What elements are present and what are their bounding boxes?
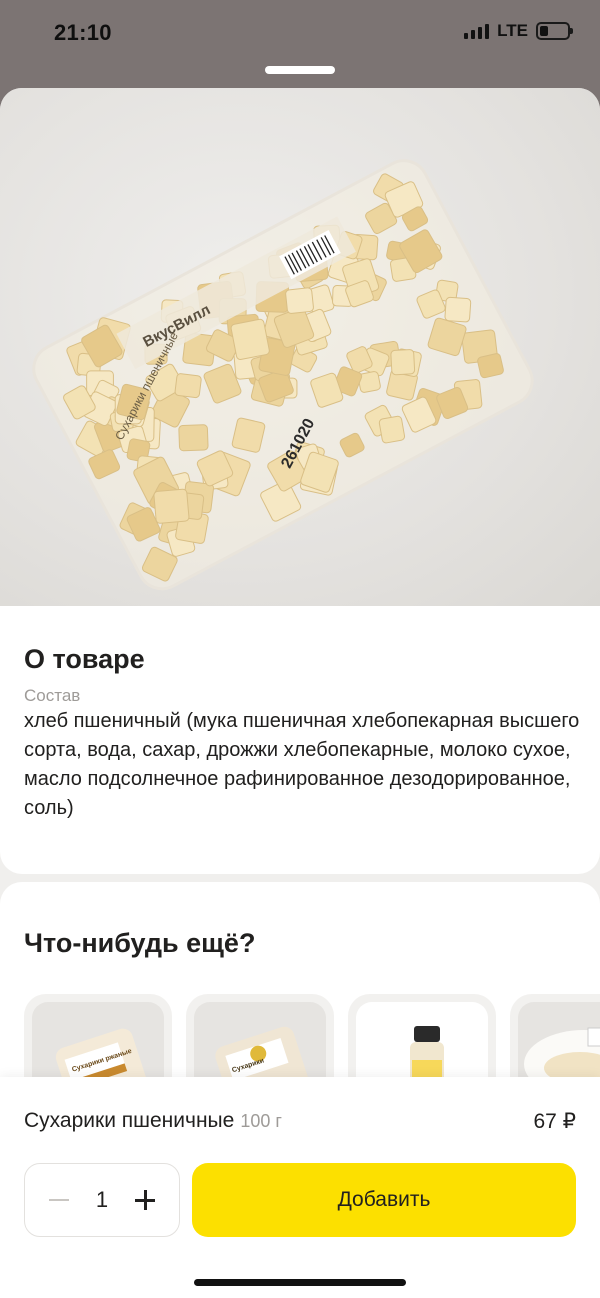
product-weight: 100 г <box>240 1111 282 1131</box>
status-icons: LTE <box>464 21 573 41</box>
composition-label: Состав <box>24 686 81 705</box>
status-bar: 21:10 LTE <box>0 0 600 64</box>
decrease-quantity-button[interactable] <box>47 1188 71 1212</box>
crouton-shape <box>174 373 202 399</box>
product-image: ВкусВилл Сухарики пшеничные 261020 <box>0 88 600 606</box>
signal-icon <box>464 23 490 39</box>
composition-text: хлеб пшеничный (мука пшеничная хлебопека… <box>24 710 580 819</box>
crouton-shape <box>444 296 472 323</box>
quantity-value: 1 <box>95 1187 109 1212</box>
crouton-shape <box>153 488 190 524</box>
crouton-shape <box>178 424 209 452</box>
suggestions-title: Что-нибудь ещё? <box>24 928 256 958</box>
add-to-cart-button[interactable]: Добавить <box>192 1163 576 1237</box>
status-time: 21:10 <box>54 20 112 45</box>
product-price: 67 ₽ <box>533 1110 576 1133</box>
product-title: Сухарики пшеничные <box>24 1109 235 1132</box>
product-name: Сухарики пшеничные 100 г <box>24 1109 282 1133</box>
sheet-grabber[interactable] <box>265 66 335 74</box>
croutons-package-image: ВкусВилл Сухарики пшеничные 261020 <box>32 159 534 591</box>
add-to-cart-panel: Сухарики пшеничные 100 г 67 ₽ 1 Добавить <box>0 1077 600 1298</box>
network-type: LTE <box>497 21 528 40</box>
increase-quantity-button[interactable] <box>133 1188 157 1212</box>
home-indicator <box>194 1279 406 1286</box>
crouton-shape <box>230 318 270 360</box>
about-section: О товаре Состав хлеб пшеничный (мука пше… <box>0 606 600 874</box>
crouton-shape <box>231 417 266 453</box>
crouton-shape <box>285 287 314 314</box>
battery-icon <box>536 22 573 40</box>
about-title: О товаре <box>24 644 145 674</box>
quantity-stepper: 1 <box>24 1163 180 1237</box>
crouton-shape <box>390 349 416 376</box>
crouton-shape <box>477 353 504 379</box>
crouton-shape <box>378 415 406 444</box>
